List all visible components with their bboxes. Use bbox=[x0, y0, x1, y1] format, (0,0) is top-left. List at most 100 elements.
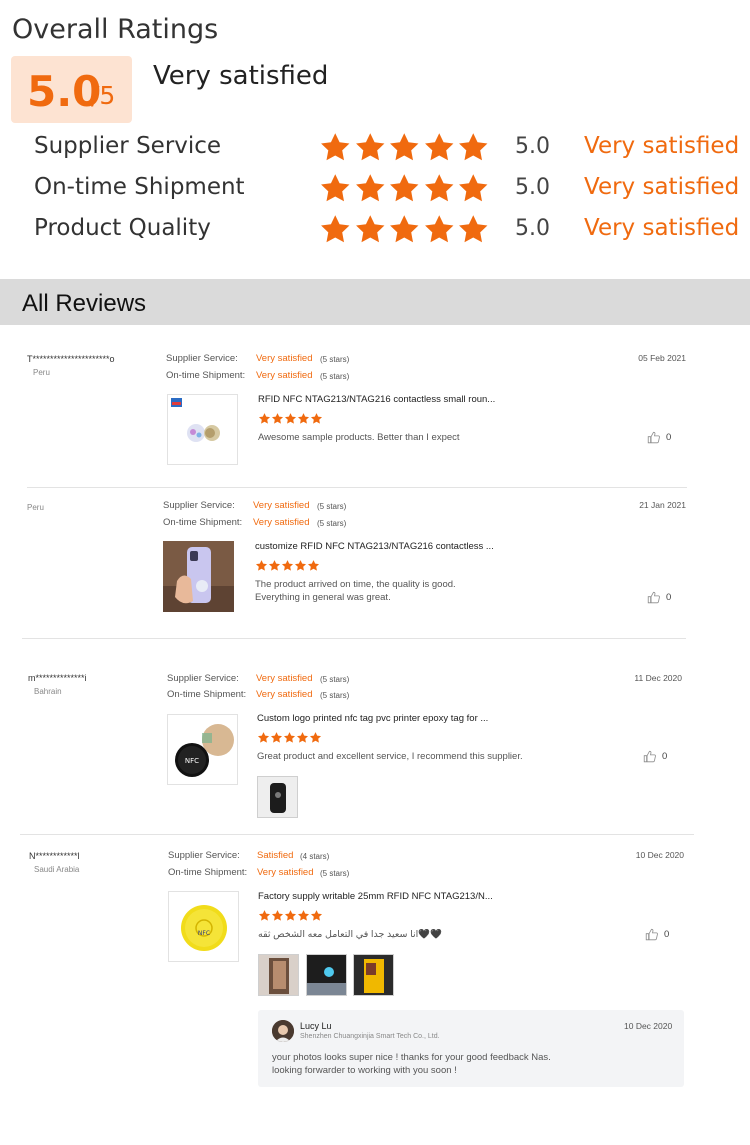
metric-name: On-time Shipment bbox=[34, 174, 245, 200]
product-thumbnail[interactable] bbox=[167, 394, 238, 465]
product-title-link[interactable]: customize RFID NFC NTAG213/NTAG216 conta… bbox=[255, 541, 494, 552]
thumbs-up-icon bbox=[647, 431, 660, 444]
product-thumbnail[interactable]: NFC bbox=[168, 891, 239, 962]
star-icon bbox=[297, 413, 310, 424]
reply-text-line: your photos looks super nice ! thanks fo… bbox=[272, 1052, 551, 1063]
like-button[interactable]: 0 bbox=[645, 928, 669, 941]
star-icon bbox=[390, 133, 419, 161]
reviewer-country: Peru bbox=[27, 503, 44, 512]
overall-ratings-panel: Overall Ratings 5.0 /5 Very satisfied Su… bbox=[0, 0, 750, 278]
review-photo[interactable] bbox=[257, 776, 298, 818]
on-time-shipment-stars-count: (5 stars) bbox=[320, 691, 350, 700]
reviewer-name: m**************i bbox=[28, 673, 87, 683]
overall-satisfaction-label: Very satisfied bbox=[153, 61, 329, 91]
star-icon bbox=[459, 133, 488, 161]
review-photo[interactable] bbox=[353, 954, 394, 996]
like-button[interactable]: 0 bbox=[647, 591, 671, 604]
overall-ratings-title: Overall Ratings bbox=[12, 14, 219, 45]
metric-name: Supplier Service bbox=[34, 133, 222, 159]
review-divider bbox=[20, 834, 694, 835]
star-icon bbox=[258, 413, 271, 424]
thumbs-up-icon bbox=[643, 750, 656, 763]
star-icon bbox=[294, 560, 307, 571]
reviewer-name: T**********************o bbox=[27, 354, 115, 364]
all-reviews-header: All Reviews bbox=[0, 279, 750, 325]
supplier-service-stars-count: (4 stars) bbox=[300, 852, 330, 861]
supplier-service-label: Supplier Service: bbox=[167, 673, 239, 684]
star-icon bbox=[310, 910, 323, 921]
star-icon bbox=[271, 910, 284, 921]
review-divider bbox=[22, 638, 686, 639]
star-icon bbox=[390, 174, 419, 202]
review-stars bbox=[258, 412, 323, 425]
like-count: 0 bbox=[666, 592, 672, 603]
metric-on-time-shipment: On-time Shipment 5.0 Very satisfied bbox=[0, 172, 750, 206]
star-icon bbox=[284, 910, 297, 921]
supplier-service-value: Satisfied bbox=[257, 850, 294, 861]
on-time-shipment-value: Very satisfied bbox=[253, 517, 310, 528]
on-time-shipment-value: Very satisfied bbox=[257, 867, 314, 878]
like-button[interactable]: 0 bbox=[647, 431, 671, 444]
review-stars bbox=[258, 909, 323, 922]
metric-label: Very satisfied bbox=[584, 215, 740, 241]
on-time-shipment-stars-count: (5 stars) bbox=[317, 519, 347, 528]
review-text-line: انا سعيد جدا في التعامل معه الشخص ثقه🖤🖤 bbox=[258, 929, 442, 940]
overall-score-max: /5 bbox=[91, 81, 116, 110]
metric-value: 5.0 bbox=[515, 216, 550, 241]
review-text-line: Awesome sample products. Better than I e… bbox=[258, 432, 460, 443]
supplier-service-stars-count: (5 stars) bbox=[317, 502, 347, 511]
like-count: 0 bbox=[662, 751, 668, 762]
seller-reply: Lucy Lu Shenzhen Chuangxinjia Smart Tech… bbox=[258, 1010, 684, 1087]
product-thumbnail[interactable]: NFC bbox=[167, 714, 238, 785]
supplier-service-label: Supplier Service: bbox=[166, 353, 238, 364]
like-button[interactable]: 0 bbox=[643, 750, 667, 763]
star-icon bbox=[390, 215, 419, 243]
star-icon bbox=[459, 174, 488, 202]
like-count: 0 bbox=[666, 432, 672, 443]
on-time-shipment-stars-count: (5 stars) bbox=[320, 869, 350, 878]
review-date: 05 Feb 2021 bbox=[638, 353, 686, 363]
thumbs-up-icon bbox=[645, 928, 658, 941]
star-icon bbox=[257, 732, 270, 743]
review-text-line: Everything in general was great. bbox=[255, 592, 391, 603]
product-title-link[interactable]: Factory supply writable 25mm RFID NFC NT… bbox=[258, 891, 493, 902]
review-date: 10 Dec 2020 bbox=[635, 850, 684, 860]
thumbs-up-icon bbox=[647, 591, 660, 604]
review-text: The product arrived on time, the quality… bbox=[255, 578, 456, 604]
review-photo[interactable] bbox=[258, 954, 299, 996]
supplier-service-value: Very satisfied bbox=[253, 500, 310, 511]
star-icon bbox=[283, 732, 296, 743]
reviewer-country: Peru bbox=[33, 368, 50, 377]
metric-label: Very satisfied bbox=[584, 133, 740, 159]
supplier-service-label: Supplier Service: bbox=[168, 850, 240, 861]
reviewer-name: N************l bbox=[29, 851, 80, 861]
supplier-service-stars-count: (5 stars) bbox=[320, 675, 350, 684]
metric-value: 5.0 bbox=[515, 175, 550, 200]
star-icon bbox=[459, 215, 488, 243]
star-icon bbox=[270, 732, 283, 743]
star-icon bbox=[307, 560, 320, 571]
seller-company: Shenzhen Chuangxinjia Smart Tech Co., Lt… bbox=[300, 1033, 440, 1040]
on-time-shipment-value: Very satisfied bbox=[256, 689, 313, 700]
svg-text:NFC: NFC bbox=[185, 757, 199, 765]
star-icon bbox=[271, 413, 284, 424]
star-icon bbox=[355, 215, 384, 243]
star-icon bbox=[255, 560, 268, 571]
review-text-line: Great product and excellent service, I r… bbox=[257, 751, 523, 762]
supplier-service-value: Very satisfied bbox=[256, 673, 313, 684]
product-thumbnail[interactable] bbox=[163, 541, 234, 612]
like-count: 0 bbox=[664, 929, 670, 940]
product-title-link[interactable]: RFID NFC NTAG213/NTAG216 contactless sma… bbox=[258, 394, 495, 405]
star-icon bbox=[309, 732, 322, 743]
review-photo[interactable] bbox=[306, 954, 347, 996]
on-time-shipment-value: Very satisfied bbox=[256, 370, 313, 381]
reviewer-country: Bahrain bbox=[34, 687, 62, 696]
overall-score-badge: 5.0 /5 bbox=[11, 56, 132, 123]
on-time-shipment-label: On-time Shipment: bbox=[168, 867, 248, 878]
review-text: انا سعيد جدا في التعامل معه الشخص ثقه🖤🖤 bbox=[258, 928, 442, 941]
reply-text-line: looking forwarder to working with you so… bbox=[272, 1065, 457, 1076]
star-icon bbox=[355, 133, 384, 161]
on-time-shipment-label: On-time Shipment: bbox=[167, 689, 247, 700]
product-title-link[interactable]: Custom logo printed nfc tag pvc printer … bbox=[257, 713, 488, 724]
reply-text: your photos looks super nice ! thanks fo… bbox=[272, 1051, 551, 1077]
